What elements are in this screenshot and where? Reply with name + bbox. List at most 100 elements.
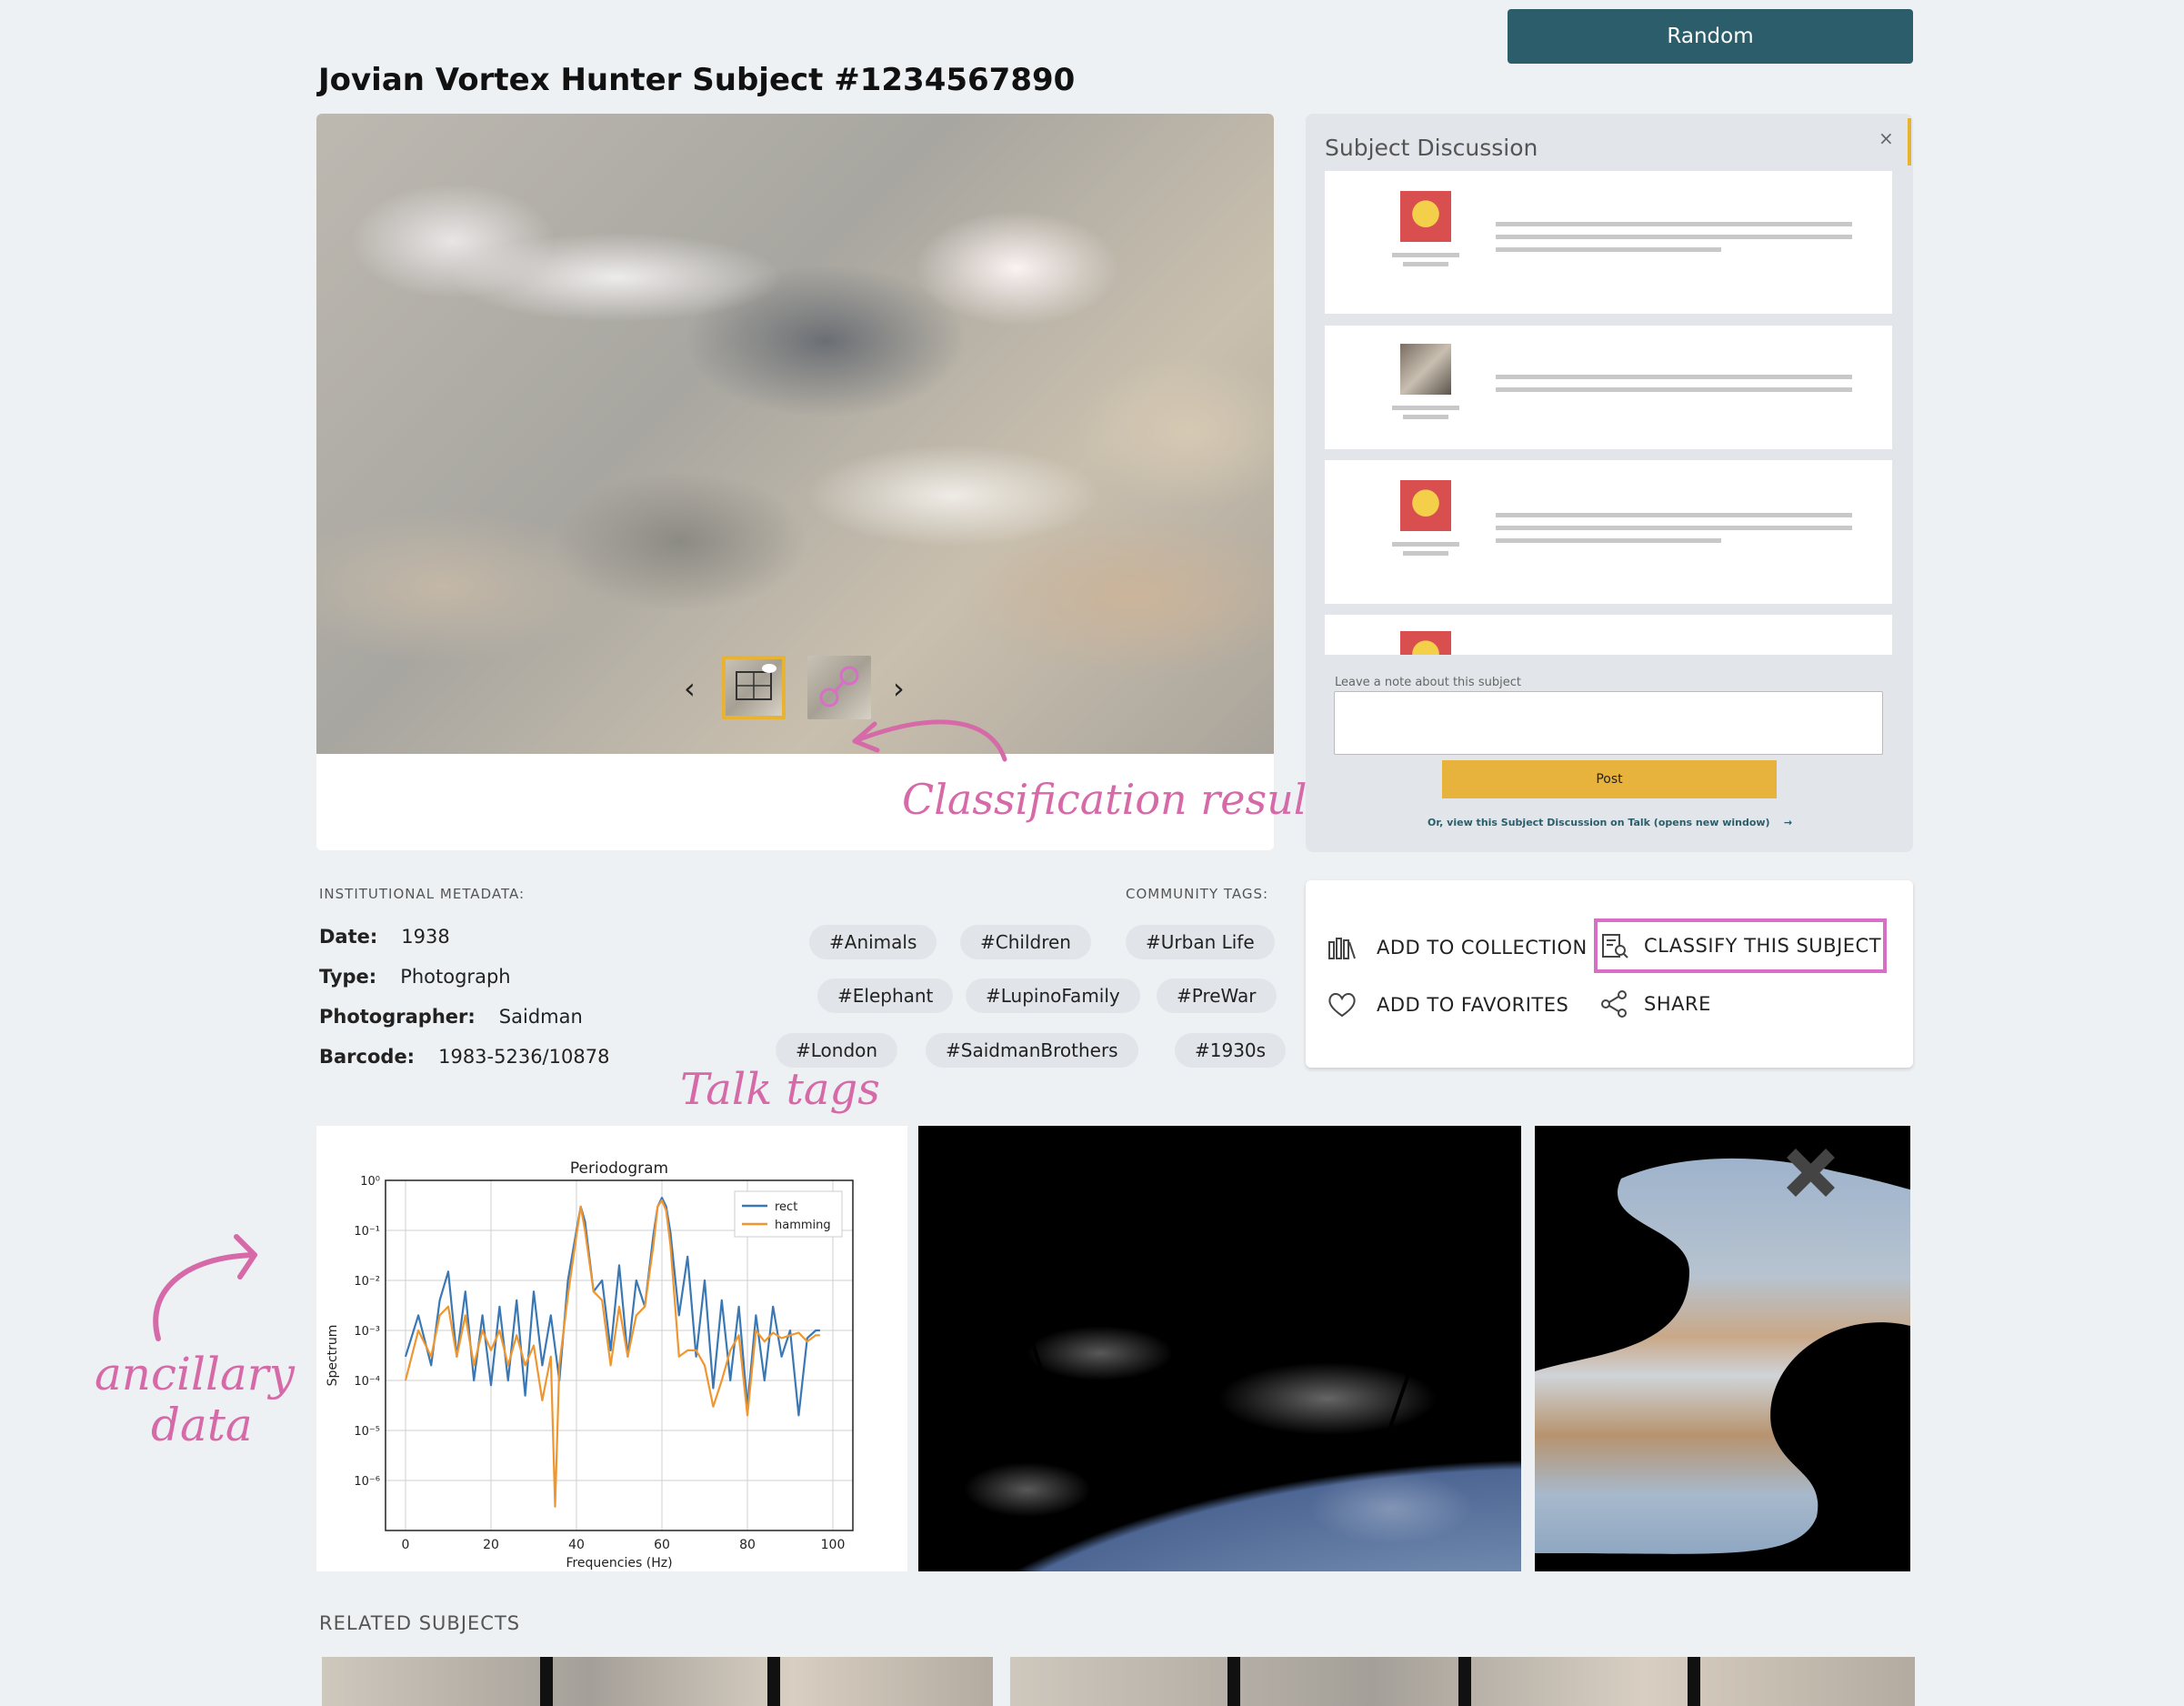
discussion-comment [1325, 615, 1892, 655]
avatar [1400, 480, 1451, 531]
talk-tags-annotation: Talk tags [680, 1064, 880, 1115]
periodogram-chart: Periodogram Frequencies (Hz) Spectrum 0 2… [326, 1159, 854, 1571]
arrow-right-icon: → [1783, 817, 1793, 828]
discussion-comment [1325, 326, 1892, 449]
page-title: Jovian Vortex Hunter Subject #1234567890 [318, 62, 1076, 98]
x-tick-label: 60 [654, 1538, 670, 1552]
avatar [1400, 631, 1451, 655]
placeholder-line [1403, 262, 1448, 266]
subject-actions-panel [1306, 880, 1913, 1068]
share-label[interactable]: SHARE [1644, 993, 1711, 1015]
heart-icon [1326, 988, 1358, 1021]
chart-legend: rect hamming [734, 1190, 843, 1238]
classify-subject-label[interactable]: CLASSIFY THIS SUBJECT [1644, 935, 1881, 957]
tag-chip[interactable]: #Elephant [817, 978, 954, 1013]
x-tick-label: 20 [483, 1538, 499, 1552]
placeholder-line [1496, 526, 1852, 530]
metadata-row: Photographer: Saidman [319, 1006, 583, 1028]
placeholder-line [1496, 538, 1721, 543]
x-axis-label: Frequencies (Hz) [566, 1556, 672, 1571]
classify-icon [1598, 929, 1631, 962]
image-divider [1688, 1657, 1700, 1706]
add-to-favorites-label[interactable]: ADD TO FAVORITES [1377, 994, 1568, 1016]
periodogram-panel: Periodogram Frequencies (Hz) Spectrum 0 2… [316, 1126, 907, 1571]
tag-chip[interactable]: #SaidmanBrothers [926, 1033, 1138, 1068]
x-tick-label: 0 [402, 1538, 410, 1552]
annotation-arrow-icon [852, 719, 1007, 762]
ancillary-annotation-line1: ancillary [95, 1348, 295, 1400]
post-button[interactable]: Post [1442, 760, 1777, 798]
y-axis-label: Spectrum [326, 1325, 340, 1387]
image-divider [1227, 1657, 1240, 1706]
related-subjects-heading: RELATED SUBJECTS [319, 1612, 521, 1634]
tag-chip[interactable]: #1930s [1175, 1033, 1287, 1068]
add-to-favorites-button[interactable]: ADD TO FAVORITES [1326, 988, 1568, 1021]
chart-series [404, 1196, 820, 1508]
talk-link-text[interactable]: Or, view this Subject Discussion on Talk… [1428, 817, 1770, 828]
placeholder-line [1496, 513, 1852, 517]
y-tick-label: 10⁻⁵ [354, 1425, 380, 1439]
metadata-heading: INSTITUTIONAL METADATA: [319, 886, 526, 902]
subject-viewer [316, 114, 1274, 850]
tag-chip[interactable]: #London [776, 1033, 898, 1068]
grid-overlay-icon [736, 664, 776, 700]
metadata-label: Date: [319, 926, 378, 948]
image-divider [540, 1657, 553, 1706]
related-subject-card[interactable] [322, 1657, 993, 1706]
y-tick-label: 10⁻¹ [354, 1225, 380, 1239]
image-divider [1458, 1657, 1471, 1706]
prev-frame-button[interactable]: ‹ [684, 671, 696, 706]
metadata-value: Saidman [498, 1006, 583, 1028]
metadata-row: Date: 1938 [319, 926, 450, 948]
y-tick-label: 10⁻³ [354, 1325, 380, 1339]
metadata-value: 1938 [401, 926, 450, 948]
y-tick-label: 10⁻² [354, 1275, 380, 1289]
random-button[interactable]: Random [1508, 9, 1913, 64]
metadata-label: Photographer: [319, 1006, 476, 1028]
ancillary-planet-image [918, 1126, 1521, 1571]
discussion-comment [1325, 171, 1892, 314]
y-tick-label: 10⁰ [360, 1175, 380, 1189]
y-tick-label: 10⁻⁶ [354, 1475, 380, 1489]
tag-chip[interactable]: #Children [960, 925, 1091, 959]
x-tick-label: 40 [568, 1538, 585, 1552]
talk-link[interactable]: Or, view this Subject Discussion on Talk… [1428, 817, 1792, 828]
ancillary-annotation-line2: data [151, 1399, 253, 1451]
tag-chip[interactable]: #Urban Life [1126, 925, 1275, 959]
metadata-label: Barcode: [319, 1046, 416, 1068]
metadata-value: 1983-5236/10878 [438, 1046, 610, 1068]
image-divider [767, 1657, 780, 1706]
share-button[interactable]: SHARE [1598, 988, 1711, 1020]
metadata-value: Photograph [400, 966, 511, 988]
placeholder-line [1496, 387, 1852, 392]
placeholder-line [1496, 222, 1852, 226]
metadata-label: Type: [319, 966, 377, 988]
tag-chip[interactable]: #LupinoFamily [966, 978, 1140, 1013]
share-icon [1598, 988, 1631, 1020]
add-to-collection-label[interactable]: ADD TO COLLECTION [1377, 937, 1588, 958]
placeholder-line [1392, 542, 1459, 547]
note-label: Leave a note about this subject [1335, 676, 1521, 689]
y-tick-label: 10⁻⁴ [354, 1375, 380, 1389]
close-icon[interactable]: × [1878, 127, 1894, 149]
add-to-collection-button[interactable]: ADD TO COLLECTION [1326, 931, 1588, 964]
map-projection-shape [1535, 1149, 1910, 1554]
avatar [1400, 191, 1451, 242]
metadata-row: Type: Photograph [319, 966, 511, 988]
classify-subject-button[interactable]: CLASSIFY THIS SUBJECT [1598, 929, 1881, 962]
metadata-row: Barcode: 1983-5236/10878 [319, 1046, 609, 1068]
chart-title: Periodogram [570, 1159, 668, 1178]
note-input[interactable] [1334, 691, 1883, 755]
frame-thumbnail-1[interactable] [722, 656, 786, 719]
avatar [1400, 344, 1451, 395]
subject-image[interactable] [316, 114, 1274, 754]
x-tick-label: 100 [821, 1538, 846, 1552]
discussion-comment [1325, 460, 1892, 604]
tag-chip[interactable]: #Animals [809, 925, 937, 959]
discussion-edge-accent [1908, 118, 1911, 166]
tag-chip[interactable]: #PreWar [1157, 978, 1277, 1013]
x-tick-label: 80 [739, 1538, 756, 1552]
collection-icon [1326, 931, 1358, 964]
legend-label: rect [775, 1200, 797, 1214]
ancillary-map-image [1535, 1126, 1910, 1571]
